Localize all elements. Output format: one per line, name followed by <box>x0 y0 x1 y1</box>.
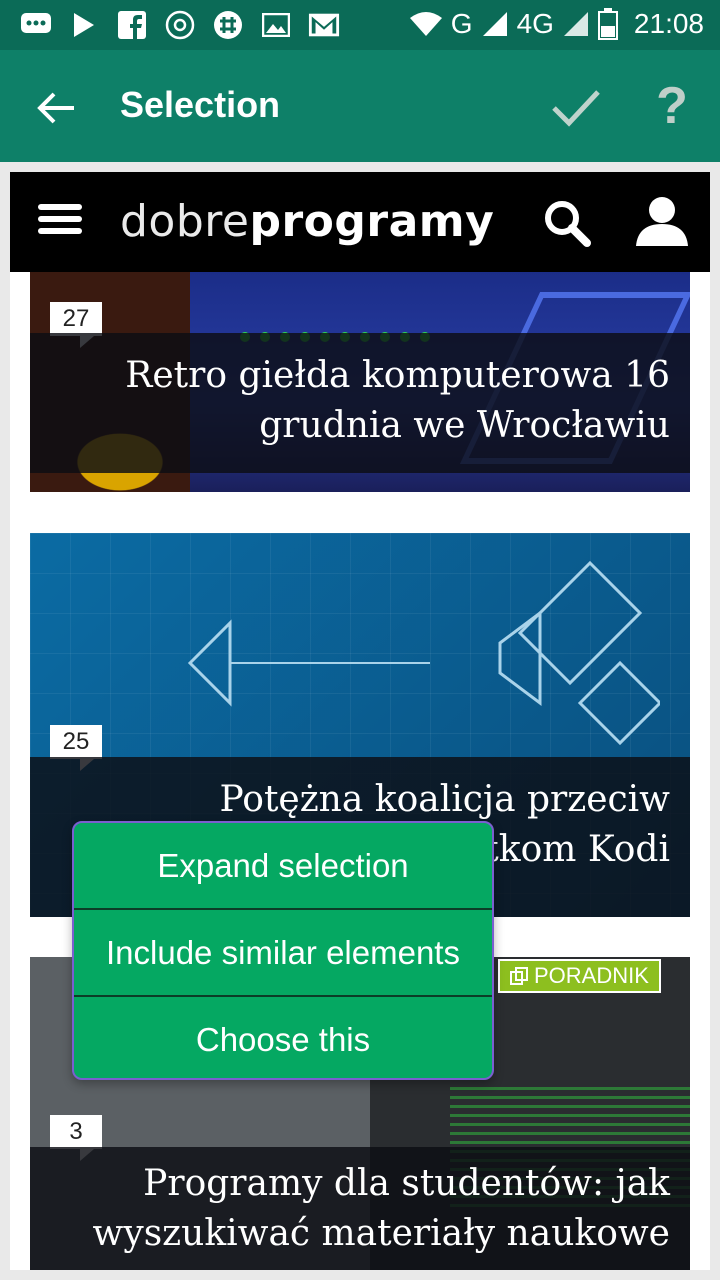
clock: 21:08 <box>633 8 704 39</box>
status-bar: G 4G 21:08 <box>0 0 720 50</box>
wifi-icon <box>409 12 442 36</box>
article-title: Programy dla studentów: jak wyszukiwać m… <box>30 1147 690 1270</box>
question-icon: ? <box>656 77 688 135</box>
battery-icon <box>597 8 618 40</box>
site-logo[interactable]: dobreprogramy <box>120 196 494 247</box>
signal-icon-2 <box>563 12 588 36</box>
category-tag-label: PORADNIK <box>534 963 649 988</box>
arrow-left-icon <box>37 92 74 124</box>
chat-icon <box>20 9 52 41</box>
signal-icon <box>482 12 507 36</box>
copy-icon <box>510 967 528 985</box>
article-card[interactable]: 27 Retro giełda komputerowa 16 grudnia w… <box>30 272 690 492</box>
network-type: G <box>450 8 473 39</box>
help-button[interactable]: ? <box>644 74 700 138</box>
article-title: Retro giełda komputerowa 16 grudnia we W… <box>30 333 690 473</box>
facebook-icon <box>116 9 148 41</box>
play-icon <box>68 9 100 41</box>
include-similar-option[interactable]: Include similar elements <box>74 910 492 995</box>
notification-icons <box>20 9 340 41</box>
slack-icon <box>212 9 244 41</box>
system-status: G 4G 21:08 <box>409 8 704 40</box>
check-icon <box>552 90 600 127</box>
webview[interactable]: dobreprogramy 27 Retro giełda komputerow… <box>10 172 710 1270</box>
selection-context-menu: Expand selection Include similar element… <box>72 821 494 1080</box>
comment-count-badge: 25 <box>50 725 102 771</box>
choose-this-option[interactable]: Choose this <box>74 997 492 1078</box>
back-button[interactable] <box>30 82 82 134</box>
app-bar: Selection ? <box>0 50 720 162</box>
site-header: dobreprogramy <box>10 172 710 272</box>
search-button[interactable] <box>542 198 592 248</box>
at-icon <box>164 9 196 41</box>
image-icon <box>260 9 292 41</box>
hamburger-menu-button[interactable] <box>38 204 82 240</box>
user-icon <box>636 197 688 246</box>
user-account-button[interactable] <box>634 194 694 250</box>
comment-count-badge: 27 <box>50 302 102 348</box>
network-type-2: 4G <box>516 8 554 39</box>
page-title: Selection <box>120 84 281 125</box>
gmail-icon <box>308 9 340 41</box>
confirm-button[interactable] <box>548 80 604 136</box>
kodi-logo-graphic <box>187 560 660 746</box>
expand-selection-option[interactable]: Expand selection <box>74 823 492 908</box>
search-icon <box>545 201 591 247</box>
category-tag[interactable]: PORADNIK <box>498 959 661 993</box>
comment-count-badge: 3 <box>50 1115 102 1161</box>
